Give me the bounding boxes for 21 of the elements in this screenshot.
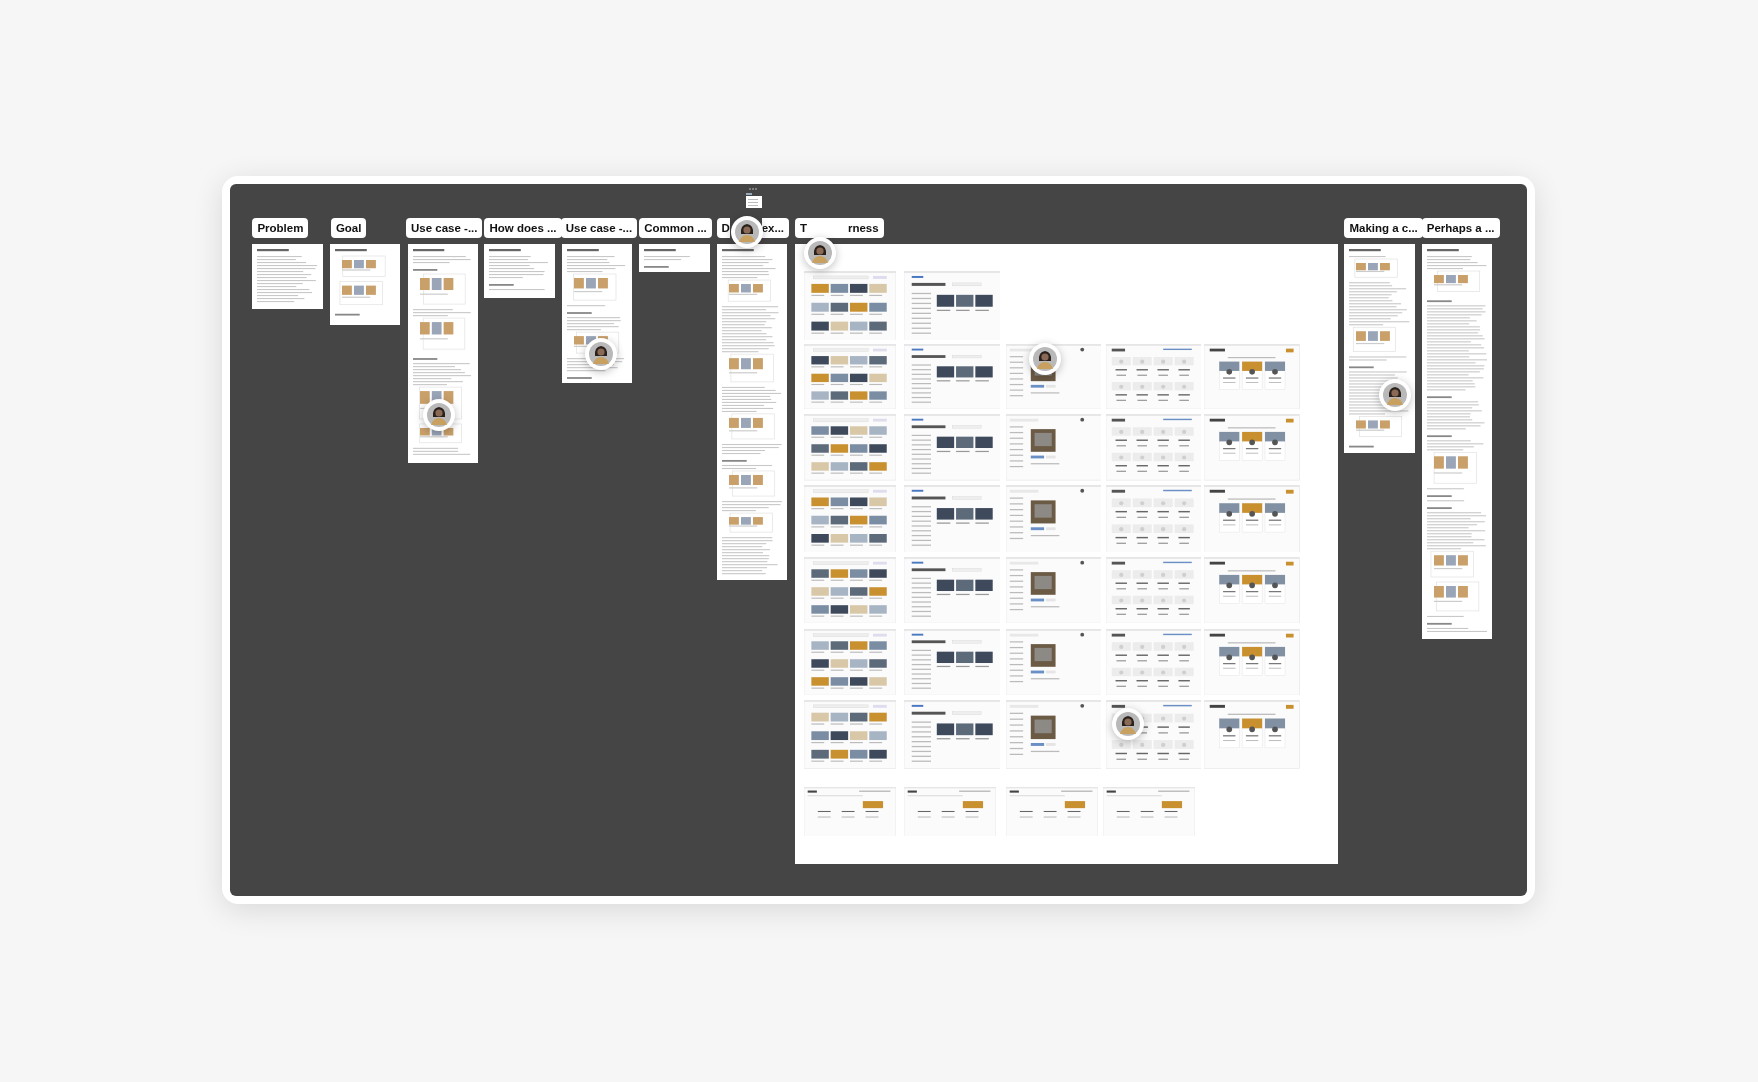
- frame-title[interactable]: Making a c...: [1344, 218, 1423, 238]
- frame-title[interactable]: ex...: [761, 218, 790, 238]
- frame-title[interactable]: Common ...: [639, 218, 712, 238]
- frame-title[interactable]: How does ...: [484, 218, 562, 238]
- title-tag[interactable]: T rness: [795, 218, 884, 238]
- context-menu-drawing: [744, 187, 763, 210]
- user-avatar-icon[interactable]: [807, 241, 832, 266]
- frame-title[interactable]: Problem: [252, 218, 309, 238]
- user-avatar-icon[interactable]: [426, 402, 451, 427]
- frame-title: T: [800, 222, 808, 234]
- frame-title[interactable]: Use case -...: [560, 218, 638, 238]
- user-avatar-icon[interactable]: [734, 219, 759, 244]
- frame-title[interactable]: Use case -...: [406, 218, 483, 238]
- user-avatar-icon[interactable]: [1382, 382, 1407, 407]
- user-avatar-icon[interactable]: [1116, 712, 1141, 737]
- frame-title[interactable]: Goal: [330, 218, 367, 238]
- frame-title[interactable]: Perhaps a ...: [1421, 218, 1500, 238]
- frame-title: rness: [847, 222, 879, 234]
- user-avatar-icon[interactable]: [1033, 346, 1058, 371]
- user-avatar-icon[interactable]: [589, 342, 614, 367]
- frame-title[interactable]: D: [716, 218, 730, 238]
